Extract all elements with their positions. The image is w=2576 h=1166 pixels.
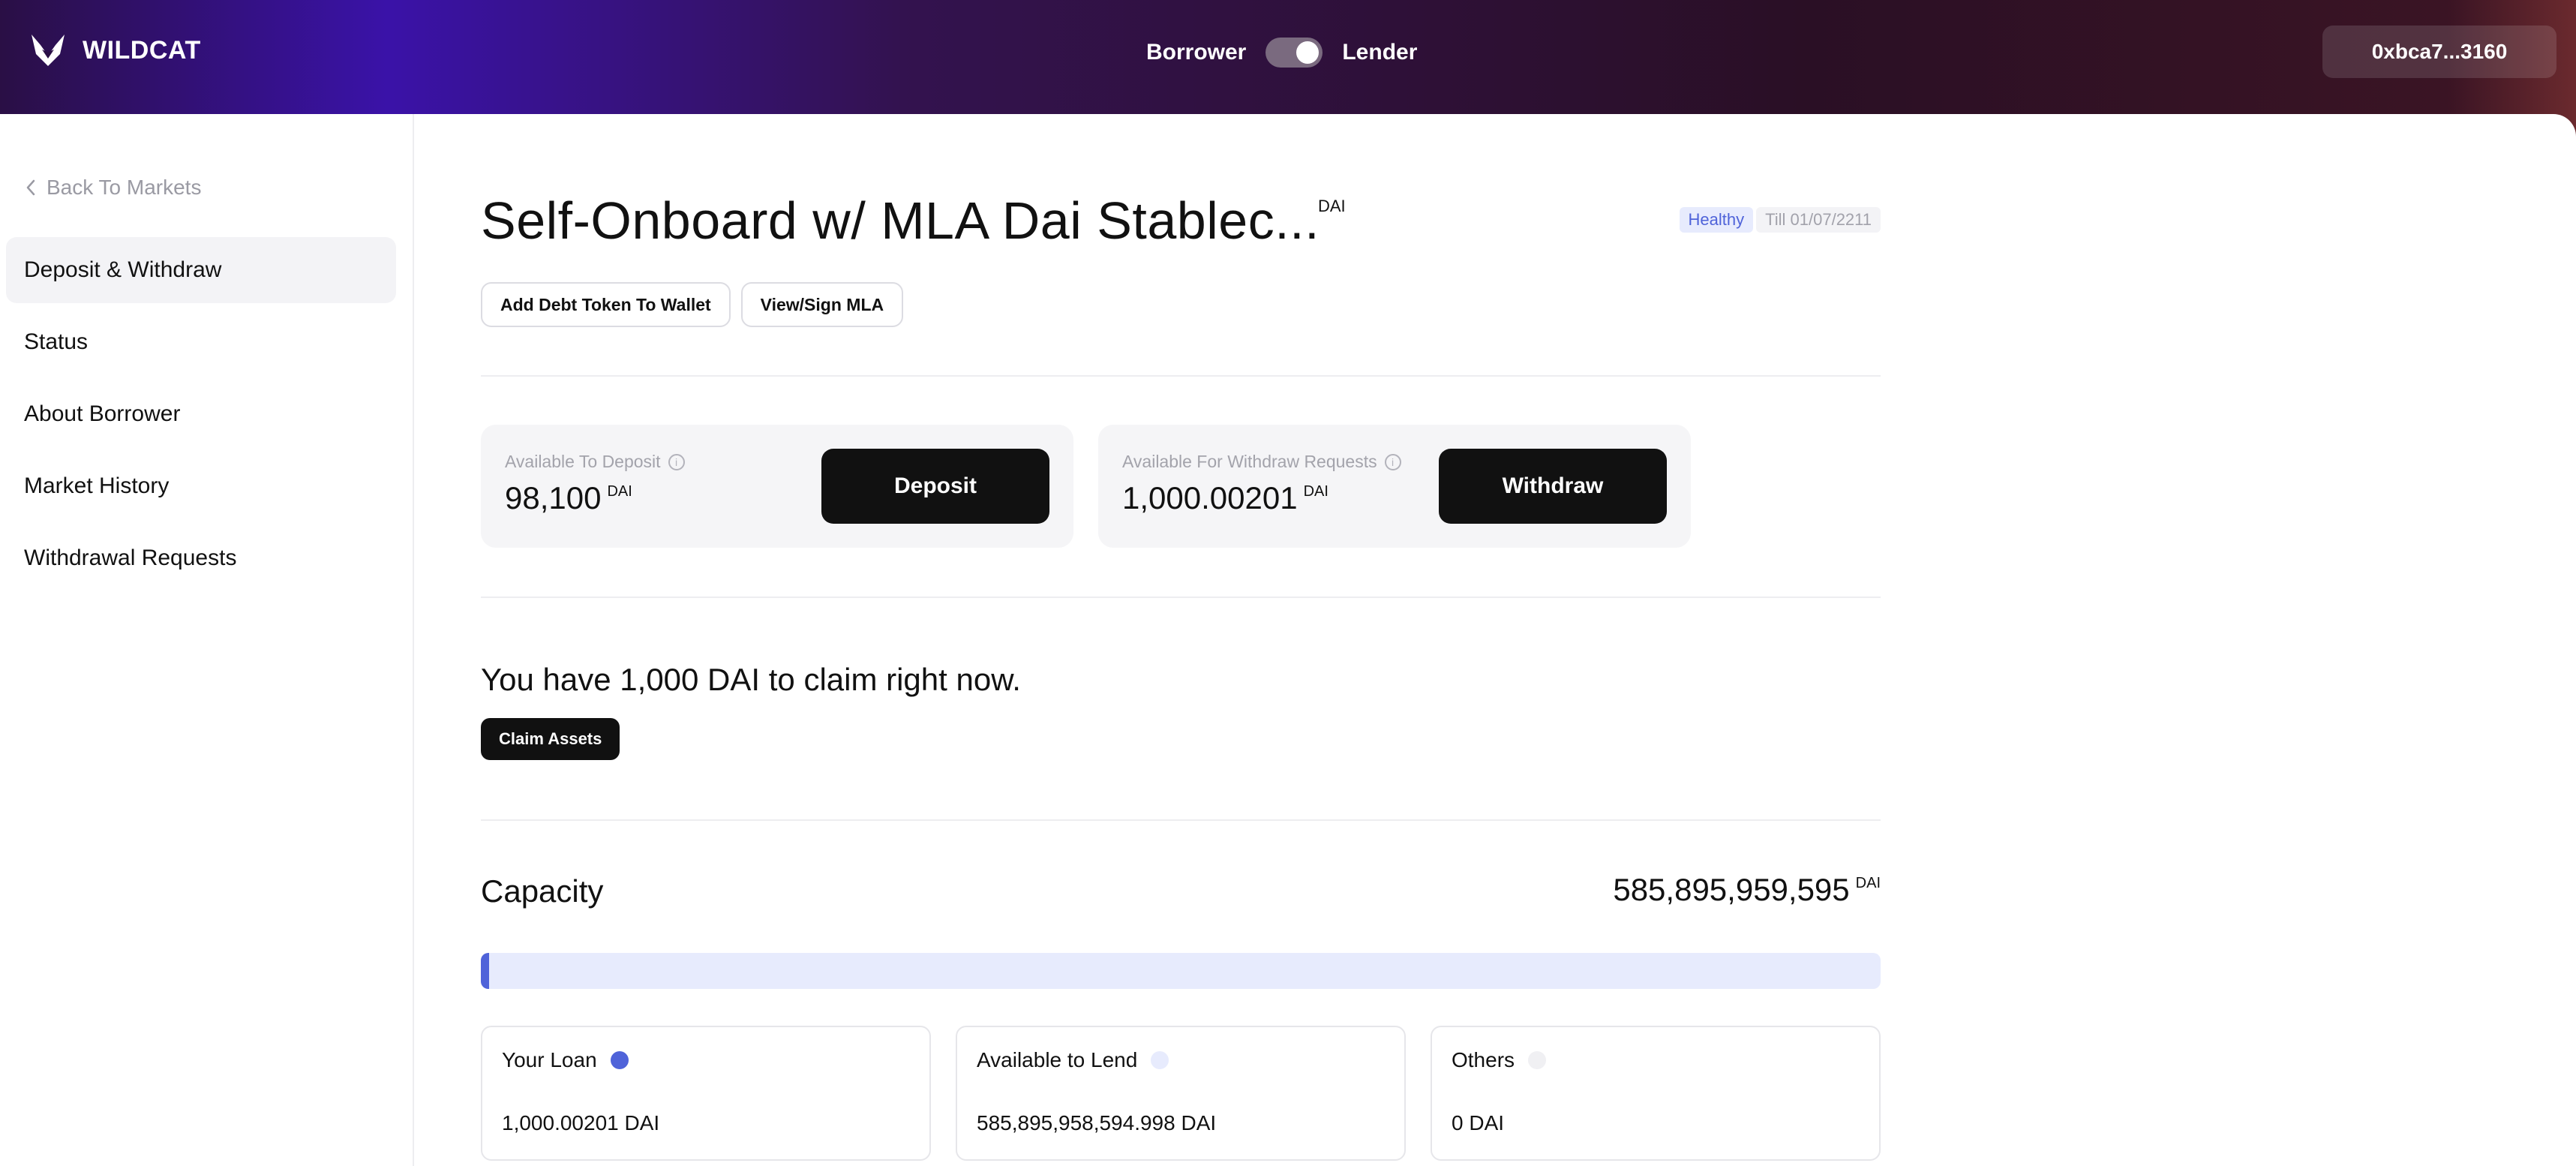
available-to-lend-label: Available to Lend [977,1048,1138,1071]
main-content: Self-Onboard w/ MLA Dai Stablec... DAI H… [481,114,1881,1166]
logo-text: WILDCAT [83,35,201,65]
others-label-row: Others [1452,1048,1547,1072]
capacity-bar-fill [481,953,490,989]
market-asset-label: DAI [1318,197,1346,215]
sidebar-item-withdrawal-requests[interactable]: Withdrawal Requests [6,525,396,591]
sidebar-nav: Deposit & Withdraw Status About Borrower… [6,237,396,597]
capacity-bar [481,953,1881,989]
deposit-value: 98,100 [505,480,602,515]
market-actions: Add Debt Token To Wallet View/Sign MLA [481,282,904,327]
capacity-unit: DAI [1855,875,1881,891]
role-switch[interactable] [1265,38,1323,68]
your-loan-label: Your Loan [502,1048,597,1071]
info-icon[interactable]: i [668,453,685,470]
withdraw-panel: Available For Withdraw Requests i 1,000.… [1098,425,1691,548]
sidebar-item-about-borrower[interactable]: About Borrower [6,381,396,447]
others-card: Others 0 DAI [1431,1026,1881,1161]
available-to-lend-value: 585,895,958,594.998 DAI [977,1111,1217,1134]
top-bar: WILDCAT Borrower Lender 0xbca7...3160 [0,0,2576,114]
divider [481,597,1881,598]
your-loan-label-row: Your Loan [502,1048,629,1072]
withdraw-label: Available For Withdraw Requests [1122,452,1377,471]
sidebar-item-market-history[interactable]: Market History [6,453,396,519]
loan-legend-dot [610,1051,629,1069]
role-switch-knob [1296,41,1320,64]
status-badge: Healthy [1679,207,1754,233]
withdraw-button[interactable]: Withdraw [1439,449,1667,524]
view-sign-mla-button[interactable]: View/Sign MLA [740,282,904,327]
add-debt-token-button[interactable]: Add Debt Token To Wallet [481,282,731,327]
deposit-label-row: Available To Deposit i [505,452,685,472]
info-icon[interactable]: i [1384,453,1401,470]
content-shell: Back To Markets Deposit & Withdraw Statu… [0,114,2576,1166]
role-borrower-label[interactable]: Borrower [1146,40,1246,65]
withdraw-unit: DAI [1303,483,1329,500]
capacity-amount: 585,895,959,595 DAI [1613,872,1881,908]
others-value: 0 DAI [1452,1111,1505,1134]
deposit-label: Available To Deposit [505,452,661,471]
page-title: Self-Onboard w/ MLA Dai Stablec... [481,191,1320,250]
role-toggle: Borrower Lender [1146,33,1417,72]
chevron-left-icon [26,179,35,196]
claim-message: You have 1,000 DAI to claim right now. [481,662,1021,697]
divider [481,819,1881,821]
your-loan-value: 1,000.00201 DAI [502,1111,660,1134]
available-legend-dot [1151,1051,1169,1069]
sidebar: Back To Markets Deposit & Withdraw Statu… [0,114,414,1166]
available-to-lend-label-row: Available to Lend [977,1048,1169,1072]
back-to-markets-link[interactable]: Back To Markets [26,176,201,200]
sidebar-item-status[interactable]: Status [6,309,396,375]
wildcat-cat-icon [32,35,65,66]
capacity-title: Capacity [481,873,604,909]
claim-assets-button[interactable]: Claim Assets [481,718,620,760]
available-to-lend-card: Available to Lend 585,895,958,594.998 DA… [956,1026,1406,1161]
market-title-row: Self-Onboard w/ MLA Dai Stablec... DAI H… [481,191,1881,258]
wildcat-logo[interactable]: WILDCAT [30,33,201,68]
divider [481,375,1881,377]
sidebar-item-deposit-withdraw[interactable]: Deposit & Withdraw [6,237,396,303]
deposit-panel: Available To Deposit i 98,100 DAI Deposi… [481,425,1073,548]
capacity-value: 585,895,959,595 [1613,872,1850,907]
role-lender-label[interactable]: Lender [1342,40,1417,65]
others-label: Others [1452,1048,1515,1071]
term-badge: Till 01/07/2211 [1756,207,1881,233]
market-badges: Healthy Till 01/07/2211 [1679,207,1881,233]
deposit-unit: DAI [607,483,632,500]
withdraw-value: 1,000.00201 [1122,480,1298,515]
back-to-markets-label: Back To Markets [47,176,202,199]
your-loan-card: Your Loan 1,000.00201 DAI [481,1026,931,1161]
deposit-button[interactable]: Deposit [821,449,1049,524]
wallet-button[interactable]: 0xbca7...3160 [2322,26,2556,78]
withdraw-label-row: Available For Withdraw Requests i [1122,452,1401,472]
withdraw-amount: 1,000.00201 DAI [1122,480,1329,516]
others-legend-dot [1528,1051,1547,1069]
wallet-address: 0xbca7...3160 [2371,40,2508,63]
deposit-amount: 98,100 DAI [505,480,632,516]
